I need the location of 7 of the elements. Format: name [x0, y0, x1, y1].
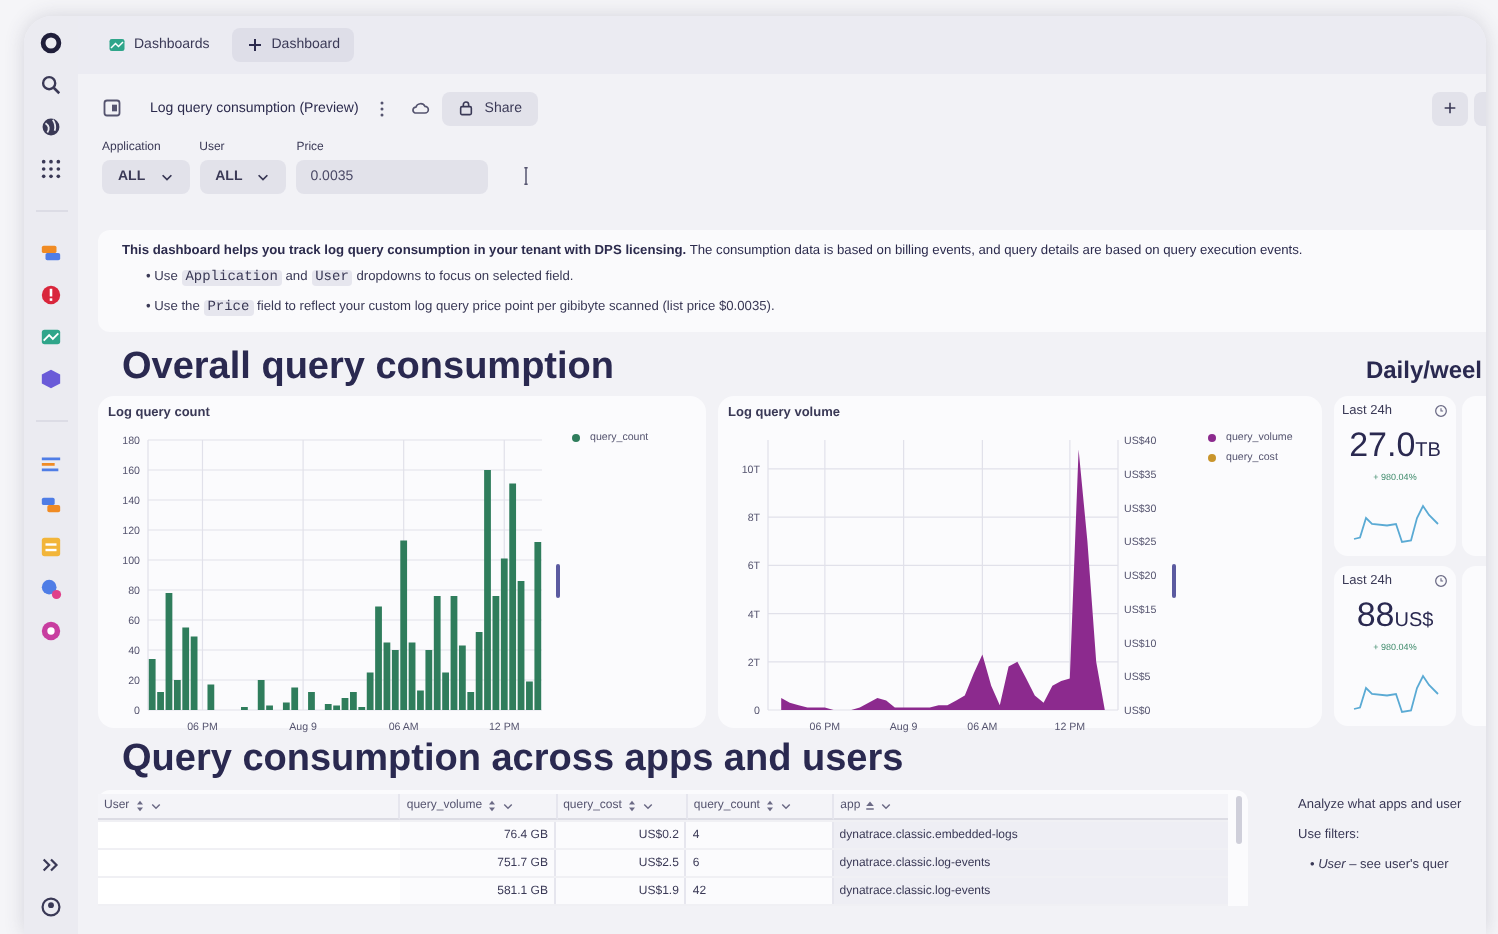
stat-value: 27.0 [1349, 426, 1416, 466]
stat-value: 88 [1356, 596, 1395, 636]
stat-unit: US$ [1394, 610, 1434, 632]
section-heading: Overall query consumption [122, 344, 614, 392]
stat-unit: TB [1415, 440, 1441, 462]
section-heading: Query consumption across apps and users [122, 736, 904, 784]
section-heading: Daily/weel [1365, 356, 1484, 384]
